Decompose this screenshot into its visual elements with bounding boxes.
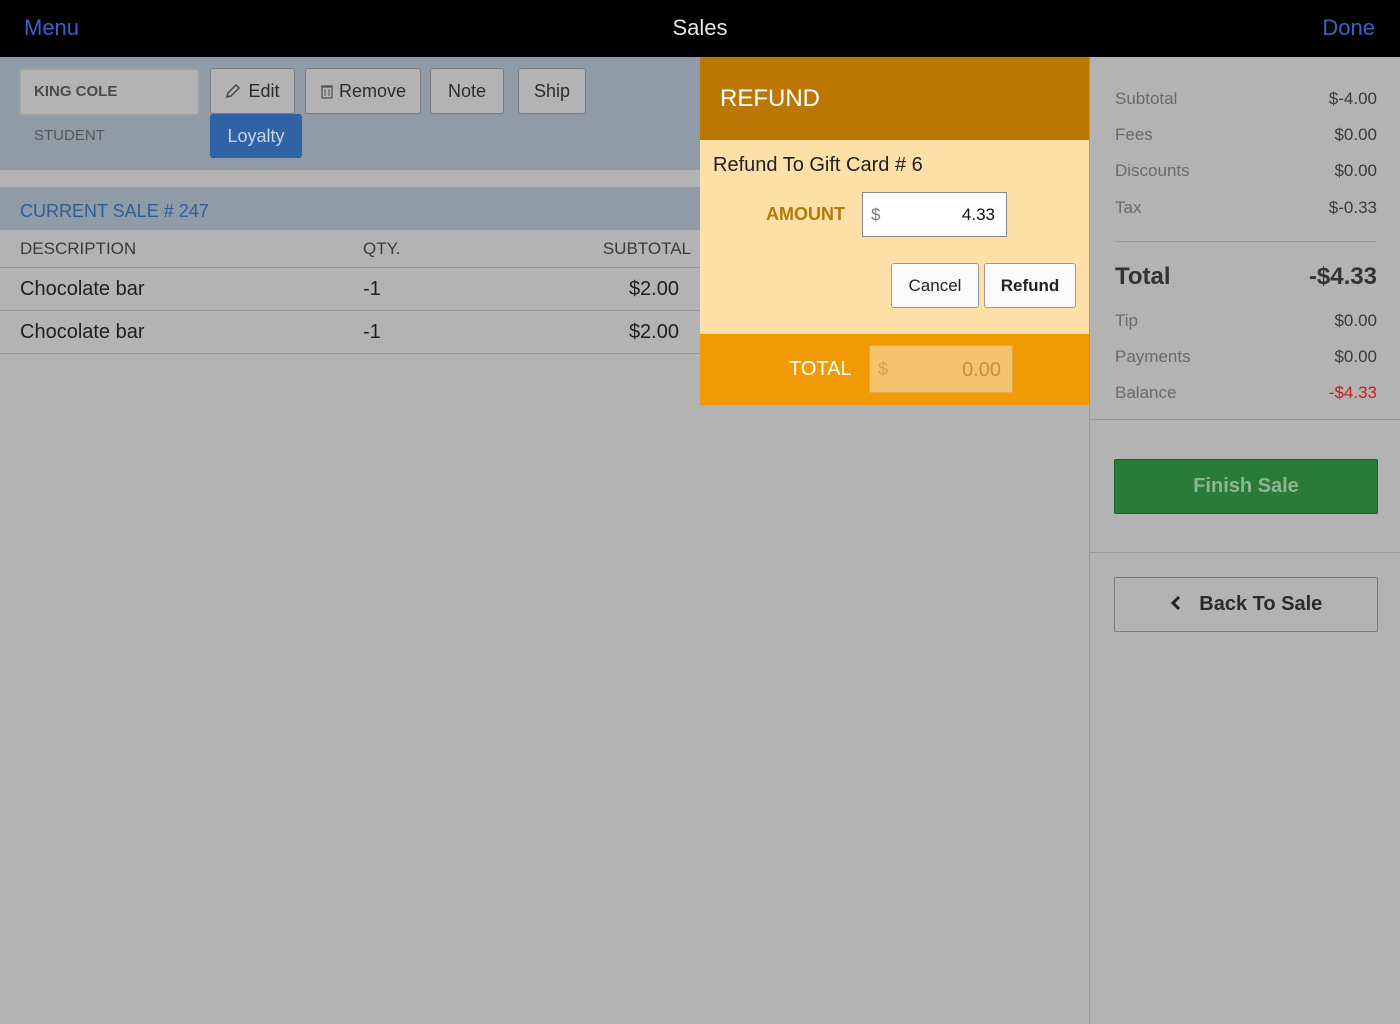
column-headers: DESCRIPTION QTY. SUBTOTAL <box>0 230 700 268</box>
remove-label: Remove <box>338 81 407 101</box>
customer-type: STUDENT <box>34 127 105 144</box>
divider <box>1090 419 1400 420</box>
tax-label: Tax <box>1115 198 1142 217</box>
refund-dialog-title: REFUND <box>720 85 820 112</box>
tip-value: $0.00 <box>1334 311 1377 330</box>
refund-dialog-header: REFUND <box>700 57 1089 140</box>
item-qty: -1 <box>363 321 381 343</box>
total-label: TOTAL <box>789 358 852 380</box>
item-qty: -1 <box>363 278 381 300</box>
tip-label: Tip <box>1115 311 1138 330</box>
note-button[interactable]: Note <box>430 68 504 114</box>
subtotal-value: $-4.00 <box>1328 89 1377 108</box>
total-row: Total -$4.33 <box>1115 263 1377 291</box>
cancel-button[interactable]: Cancel <box>891 263 979 308</box>
subtotal-label: Subtotal <box>1115 89 1178 108</box>
customer-button[interactable]: KING COLE STUDENT <box>19 68 200 144</box>
total-label: Total <box>1115 263 1171 290</box>
discounts-label: Discounts <box>1115 161 1190 180</box>
total-value: -$4.33 <box>1308 263 1377 290</box>
sale-panel: KING COLE STUDENT Edit Remove Note Ship … <box>0 57 700 1024</box>
divider <box>1115 241 1377 242</box>
done-button[interactable]: Done <box>1322 15 1375 41</box>
edit-button[interactable]: Edit <box>210 68 295 114</box>
tax-row: Tax $-0.33 <box>1115 198 1377 218</box>
summary-panel: Subtotal $-4.00 Fees $0.00 Discounts $0.… <box>1089 57 1400 1024</box>
top-bar: Menu Sales Done <box>0 0 1400 57</box>
refund-dialog: REFUND Refund To Gift Card # 6 AMOUNT $ … <box>700 57 1089 405</box>
back-to-sale-button[interactable]: Back To Sale <box>1114 577 1378 632</box>
total-currency: $ <box>878 359 889 379</box>
table-row[interactable]: Chocolate bar -1 $2.00 <box>0 268 700 311</box>
ship-button[interactable]: Ship <box>518 68 586 114</box>
payments-value: $0.00 <box>1334 347 1377 366</box>
item-description: Chocolate bar <box>20 278 145 300</box>
qty-header: QTY. <box>363 239 401 258</box>
amount-input[interactable]: $ 4.33 <box>862 192 1007 237</box>
refund-destination: Refund To Gift Card # 6 <box>713 154 923 176</box>
loyalty-button[interactable]: Loyalty <box>210 114 302 158</box>
page-title: Sales <box>672 15 728 40</box>
amount-currency: $ <box>871 205 881 224</box>
back-to-sale-label: Back To Sale <box>1199 593 1323 615</box>
description-header: DESCRIPTION <box>20 239 137 258</box>
finish-sale-button[interactable]: Finish Sale <box>1114 459 1378 514</box>
amount-label: AMOUNT <box>766 204 845 224</box>
chevron-left-icon <box>1170 595 1180 611</box>
discounts-row: Discounts $0.00 <box>1115 161 1377 181</box>
payments-label: Payments <box>1115 347 1191 366</box>
current-sale-header: CURRENT SALE # 247 <box>0 187 700 230</box>
tip-row: Tip $0.00 <box>1115 311 1377 331</box>
item-subtotal: $2.00 <box>628 278 679 300</box>
balance-value: -$4.33 <box>1328 383 1377 402</box>
refund-total-field: $ 0.00 <box>869 345 1013 393</box>
table-row[interactable]: Chocolate bar -1 $2.00 <box>0 311 700 354</box>
refund-dialog-footer: TOTAL $ 0.00 <box>700 334 1089 405</box>
fees-row: Fees $0.00 <box>1115 125 1377 145</box>
edit-label: Edit <box>248 81 280 101</box>
customer-name: KING COLE <box>34 83 118 100</box>
tax-value: $-0.33 <box>1328 198 1377 217</box>
discounts-value: $0.00 <box>1334 161 1377 180</box>
amount-value: 4.33 <box>961 205 995 224</box>
fees-label: Fees <box>1115 125 1153 144</box>
balance-row: Balance -$4.33 <box>1115 383 1377 403</box>
total-field-value: 0.00 <box>962 359 1001 381</box>
item-description: Chocolate bar <box>20 321 145 343</box>
subtotal-row: Subtotal $-4.00 <box>1115 89 1377 109</box>
current-sale-title: CURRENT SALE # 247 <box>20 201 209 221</box>
fees-value: $0.00 <box>1334 125 1377 144</box>
balance-label: Balance <box>1115 383 1177 402</box>
payments-row: Payments $0.00 <box>1115 347 1377 367</box>
sale-toolbar: KING COLE STUDENT Edit Remove Note Ship … <box>0 57 700 170</box>
pencil-icon <box>226 83 241 99</box>
remove-button[interactable]: Remove <box>305 68 421 114</box>
item-subtotal: $2.00 <box>628 321 679 343</box>
divider <box>1090 552 1400 553</box>
trash-icon <box>320 85 333 99</box>
subtotal-header: SUBTOTAL <box>602 239 691 258</box>
refund-button[interactable]: Refund <box>984 263 1076 308</box>
